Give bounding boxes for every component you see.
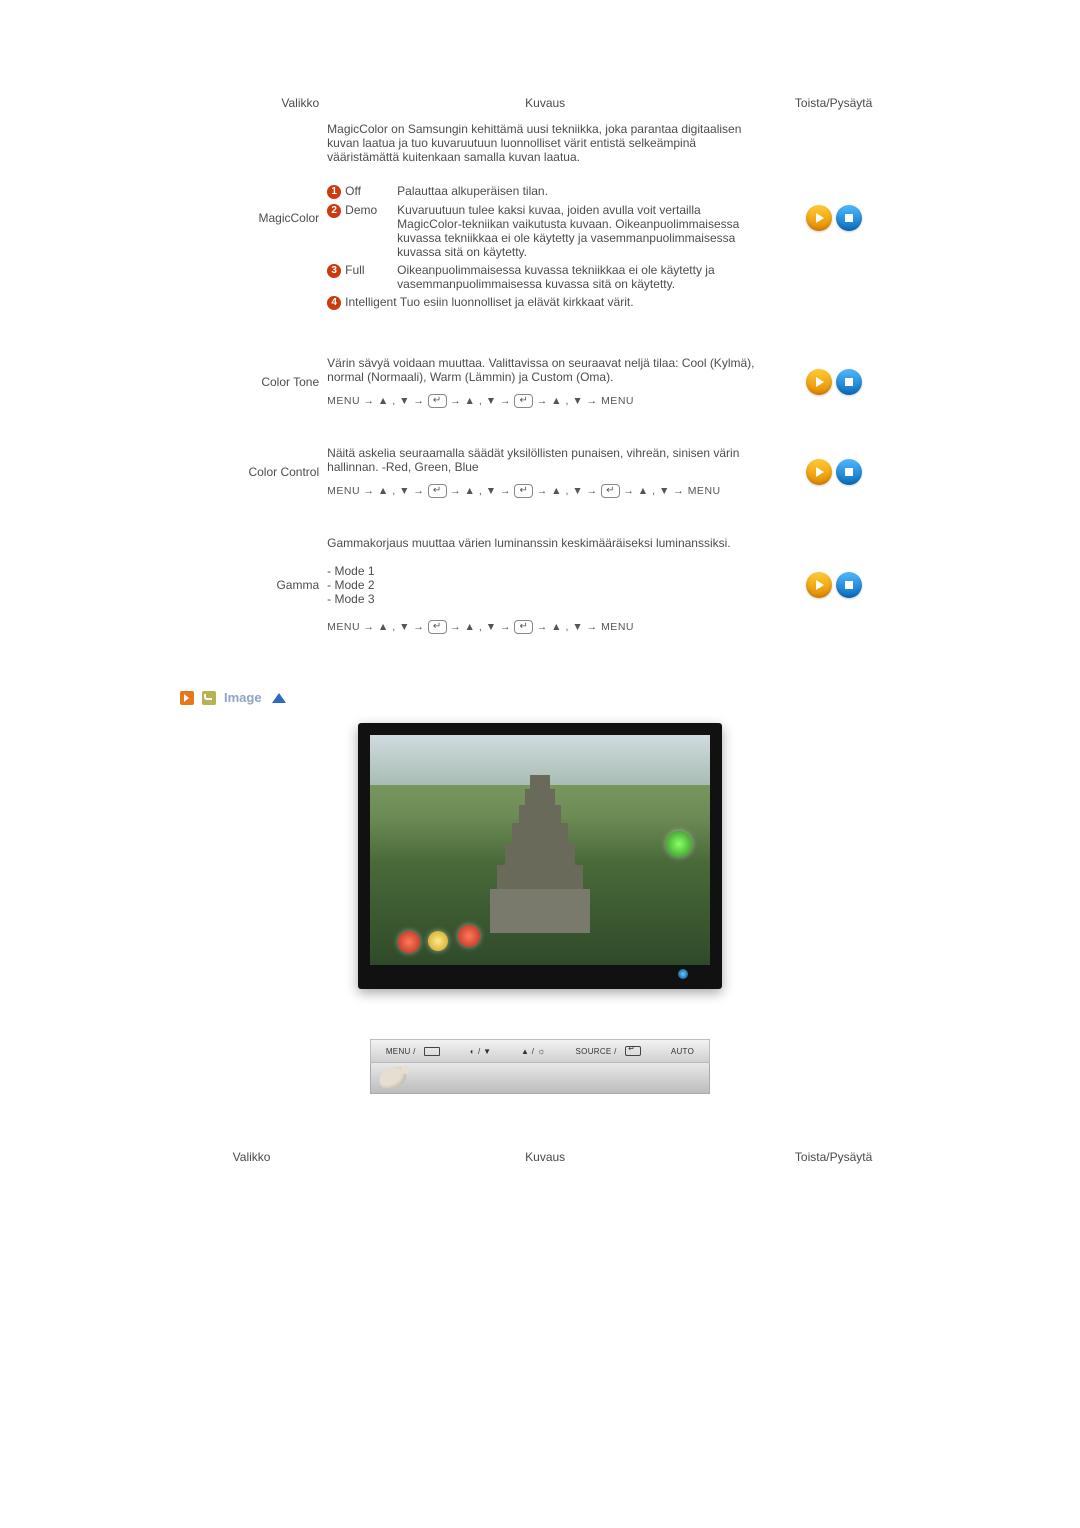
enter-rect-icon — [625, 1046, 641, 1056]
button-strip-bottom — [370, 1063, 710, 1094]
gamma-mode-3: - Mode 3 — [327, 592, 763, 606]
enter-key-icon: ↵ — [514, 620, 533, 634]
colortone-desc: Värin sävyä voidaan muuttaa. Valittaviss… — [327, 356, 763, 384]
opt-full-label: Full — [345, 263, 364, 277]
stop-icon[interactable] — [836, 459, 862, 485]
strip-bright-label: ▲ /☼ — [521, 1046, 546, 1056]
settings-table: Valikko Kuvaus Toista/Pysäytä MagicColor… — [180, 90, 900, 640]
opt-off-desc: Palauttaa alkuperäisen tilan. — [397, 184, 763, 198]
header2-menu: Valikko — [180, 1144, 323, 1170]
play-icon[interactable] — [806, 459, 832, 485]
power-led-icon — [678, 969, 688, 979]
play-pause-colortone[interactable] — [806, 369, 862, 395]
header-play: Toista/Pysäytä — [767, 90, 900, 116]
enter-key-icon: ↵ — [514, 394, 533, 408]
enter-key-icon: ↵ — [428, 394, 447, 408]
menu-rect-icon — [424, 1047, 440, 1056]
colorcontrol-desc: Näitä askelia seuraamalla säädät yksilöl… — [327, 446, 763, 474]
enter-key-icon: ↵ — [428, 484, 447, 498]
gamma-cell: Gammakorjaus muuttaa värien luminanssin … — [323, 530, 767, 640]
gamma-label: Gamma — [180, 530, 323, 640]
gamma-desc: Gammakorjaus muuttaa värien luminanssin … — [327, 536, 763, 550]
badge-4-icon: 4 — [327, 296, 341, 310]
monitor-illustration — [180, 723, 900, 989]
colortone-menupath: MENU → ▲ , ▼ → ↵ → ▲ , ▼ → ↵ → ▲ , ▼ → M… — [327, 394, 763, 408]
section-header-image: Image — [180, 690, 900, 705]
table-header-row: Valikko Kuvaus Toista/Pysäytä — [180, 90, 900, 116]
play-square-icon[interactable] — [180, 691, 194, 705]
magiccolor-cell: MagicColor on Samsungin kehittämä uusi t… — [323, 116, 767, 320]
colorcontrol-label: Color Control — [180, 440, 323, 504]
play-pause-gamma[interactable] — [806, 572, 862, 598]
stop-icon[interactable] — [836, 369, 862, 395]
badge-1-icon: 1 — [327, 185, 341, 199]
monitor-frame — [358, 723, 722, 989]
header-menu: Valikko — [180, 90, 323, 116]
lantern-green-icon — [666, 831, 692, 857]
gamma-mode-1: - Mode 1 — [327, 564, 763, 578]
table-header-row-2: Valikko Kuvaus Toista/Pysäytä — [180, 1144, 900, 1170]
colortone-label: Color Tone — [180, 350, 323, 414]
header-desc: Kuvaus — [323, 90, 767, 116]
opt-full: 3 Full Oikeanpuolimmaisessa kuvassa tekni… — [327, 263, 763, 291]
lantern-yellow-icon — [428, 931, 448, 951]
badge-3-icon: 3 — [327, 264, 341, 278]
enter-key-icon: ↵ — [601, 484, 620, 498]
magiccolor-intro: MagicColor on Samsungin kehittämä uusi t… — [327, 122, 763, 164]
opt-demo-desc: Kuvaruutuun tulee kaksi kuvaa, joiden av… — [397, 203, 763, 259]
play-icon[interactable] — [806, 205, 832, 231]
monitor-bezel — [370, 965, 710, 983]
badge-2-icon: 2 — [327, 204, 341, 218]
header2-desc: Kuvaus — [323, 1144, 767, 1170]
strip-mb-label: ◐/ ▼ — [470, 1047, 491, 1056]
opt-full-desc: Oikeanpuolimmaisessa kuvassa tekniikkaa … — [397, 263, 763, 291]
opt-intel-label: Intelligent — [345, 295, 396, 309]
colortone-cell: Värin sävyä voidaan muuttaa. Valittaviss… — [323, 350, 767, 414]
opt-off: 1 Off Palauttaa alkuperäisen tilan. — [327, 184, 763, 199]
settings-table-2: Valikko Kuvaus Toista/Pysäytä — [180, 1144, 900, 1170]
strip-auto-label: AUTO — [671, 1047, 694, 1056]
hand-pointer-icon — [377, 1064, 410, 1092]
row-colorcontrol: Color Control Näitä askelia seuraamalla … — [180, 440, 900, 504]
row-gamma: Gamma Gammakorjaus muuttaa värien lumina… — [180, 530, 900, 640]
row-magiccolor: MagicColor MagicColor on Samsungin kehit… — [180, 116, 900, 320]
play-pause-colorcontrol[interactable] — [806, 459, 862, 485]
strip-source-label: SOURCE / — [576, 1046, 642, 1056]
stop-icon[interactable] — [836, 205, 862, 231]
stop-icon[interactable] — [836, 572, 862, 598]
play-pause-magiccolor[interactable] — [806, 205, 862, 231]
header2-play: Toista/Pysäytä — [767, 1144, 900, 1170]
opt-off-label: Off — [345, 184, 361, 198]
enter-key-icon: ↵ — [428, 620, 447, 634]
gamma-mode-2: - Mode 2 — [327, 578, 763, 592]
play-icon[interactable] — [806, 572, 832, 598]
monitor-screen — [370, 735, 710, 965]
section-title: Image — [224, 690, 262, 705]
opt-demo: 2 Demo Kuvaruutuun tulee kaksi kuvaa, joi… — [327, 203, 763, 259]
opt-demo-label: Demo — [345, 203, 377, 217]
collapse-up-icon[interactable] — [272, 693, 286, 703]
gamma-menupath: MENU → ▲ , ▼ → ↵ → ▲ , ▼ → ↵ → ▲ , ▼ → M… — [327, 620, 763, 634]
colorcontrol-cell: Näitä askelia seuraamalla säädät yksilöl… — [323, 440, 767, 504]
magicbright-icon: ◐ — [470, 1047, 475, 1056]
return-icon[interactable] — [202, 691, 216, 705]
lantern-red-icon — [398, 931, 420, 953]
enter-key-icon: ↵ — [514, 484, 533, 498]
strip-menu-label: MENU / — [386, 1047, 440, 1056]
row-colortone: Color Tone Värin sävyä voidaan muuttaa. … — [180, 350, 900, 414]
magiccolor-label: MagicColor — [180, 116, 323, 320]
brightness-icon: ☼ — [537, 1046, 546, 1056]
button-strip-top: MENU / ◐/ ▼ ▲ /☼ SOURCE / AUTO — [370, 1039, 710, 1063]
colorcontrol-menupath: MENU → ▲ , ▼ → ↵ → ▲ , ▼ → ↵ → ▲ , ▼ → ↵… — [327, 484, 763, 498]
opt-intel-desc: Tuo esiin luonnolliset ja elävät kirkkaa… — [400, 295, 634, 309]
play-icon[interactable] — [806, 369, 832, 395]
lantern-red-icon — [458, 925, 480, 947]
opt-intelligent: 4 Intelligent Tuo esiin luonnolliset ja e… — [327, 295, 763, 310]
button-strip-illustration: MENU / ◐/ ▼ ▲ /☼ SOURCE / AUTO — [180, 1039, 900, 1094]
